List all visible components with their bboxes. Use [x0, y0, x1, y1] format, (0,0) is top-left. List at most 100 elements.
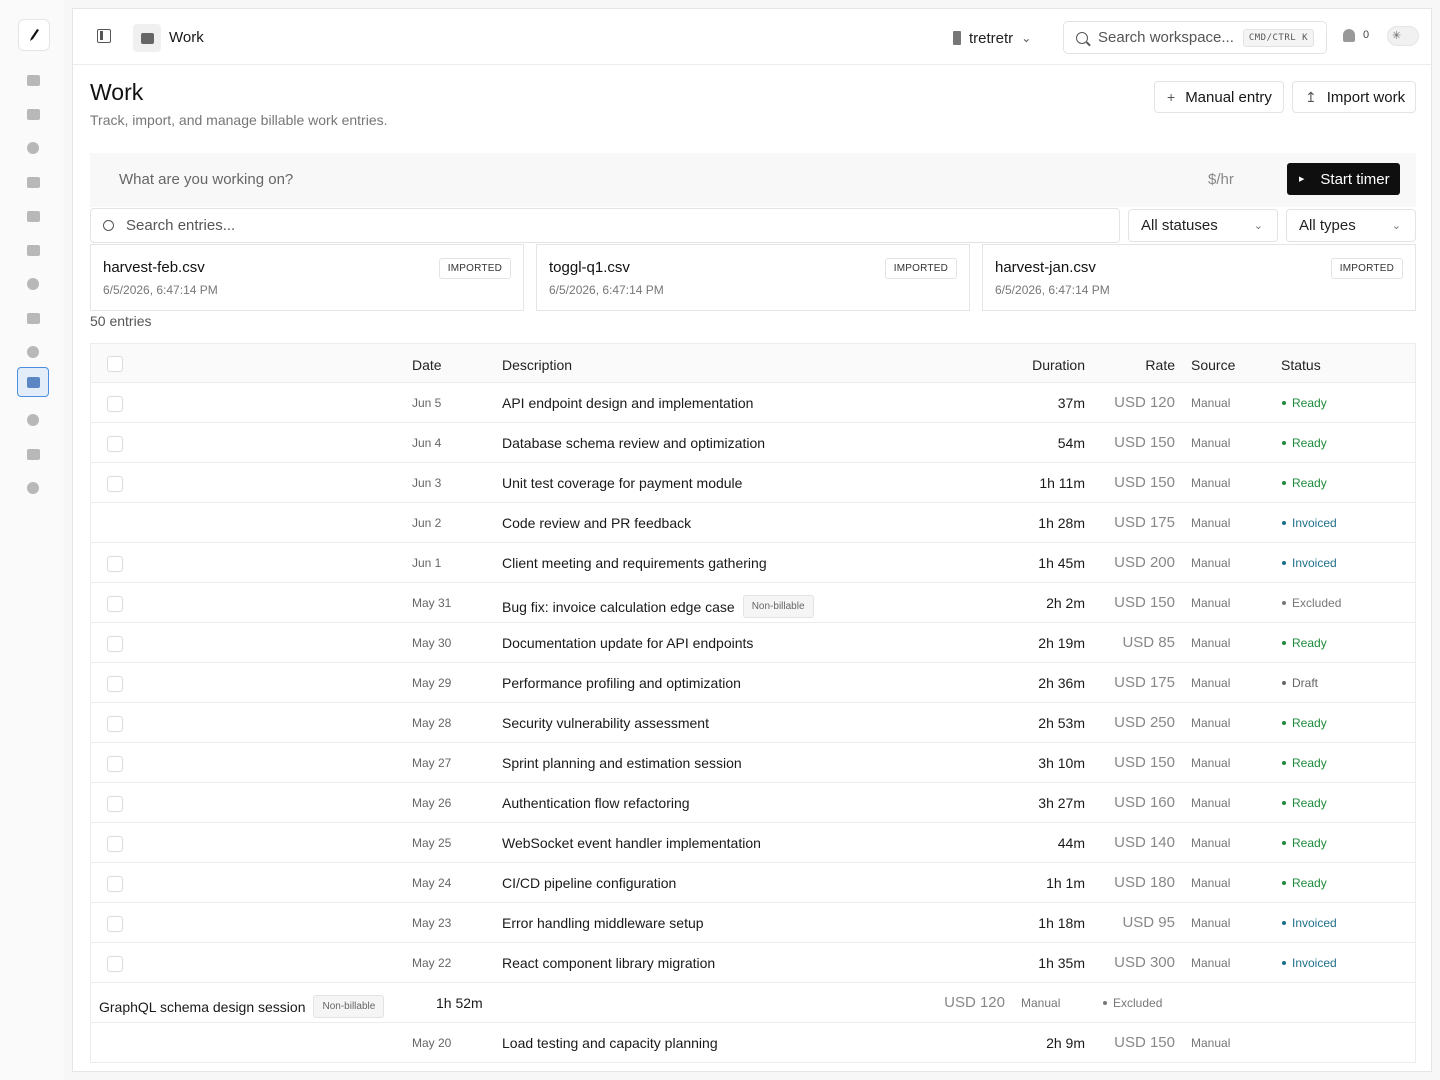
table-row[interactable]: May 31 Bug fix: invoice calculation edge … [90, 583, 1416, 623]
import-card[interactable]: toggl-q1.csv 6/5/2026, 6:47:14 PM IMPORTED [536, 244, 970, 311]
sidebar-item-file[interactable] [17, 235, 49, 265]
table-row[interactable]: May 23 Error handling middleware setup 1h … [90, 903, 1416, 943]
table-row[interactable]: May 22 React component library migration 1… [90, 943, 1416, 983]
sidebar-item-alert[interactable] [17, 473, 49, 503]
entry-source: Manual [1191, 636, 1231, 650]
header-description[interactable]: Description [502, 357, 572, 373]
status-badge: Invoiced [1282, 956, 1337, 970]
header-rate[interactable]: Rate [1145, 357, 1175, 373]
header-source[interactable]: Source [1191, 357, 1235, 373]
status-dot-icon [1282, 761, 1286, 765]
row-checkbox[interactable] [107, 436, 123, 452]
table-row[interactable]: May 28 Security vulnerability assessment 2… [90, 703, 1416, 743]
table-row[interactable]: Jun 5 API endpoint design and implementat… [90, 383, 1416, 423]
sidebar-item-globe[interactable] [17, 133, 49, 163]
import-date: 6/5/2026, 6:47:14 PM [103, 283, 218, 297]
select-all-checkbox[interactable] [107, 356, 123, 372]
manual-entry-label: Manual entry [1185, 88, 1272, 106]
status-text: Ready [1292, 876, 1327, 890]
entry-description: Authentication flow refactoring [502, 795, 690, 811]
entry-description-text: GraphQL schema design session [99, 998, 306, 1015]
import-card[interactable]: harvest-feb.csv 6/5/2026, 6:47:14 PM IMPOR… [90, 244, 524, 311]
sidebar-item-inbox[interactable] [17, 65, 49, 95]
sidebar-toggle-icon[interactable] [97, 29, 111, 43]
row-checkbox[interactable] [107, 636, 123, 652]
entry-duration: 2h 9m [1046, 1035, 1085, 1051]
non-billable-badge: Non-billable [313, 995, 385, 1018]
row-checkbox[interactable] [107, 556, 123, 572]
type-filter-value: All types [1299, 217, 1356, 234]
status-text: Ready [1292, 476, 1327, 490]
row-checkbox[interactable] [107, 396, 123, 412]
status-text: Excluded [1113, 996, 1163, 1010]
sidebar-item-building[interactable] [17, 439, 49, 469]
table-row[interactable]: May 24 CI/CD pipeline configuration 1h 1m U… [90, 863, 1416, 903]
sidebar-item-work[interactable] [17, 367, 49, 397]
entry-rate: USD 120 [944, 994, 1005, 1011]
entry-description-text: Database schema review and optimization [502, 435, 766, 451]
table-row[interactable]: May 26 Authentication flow refactoring 3h … [90, 783, 1416, 823]
search-icon [103, 220, 114, 231]
sidebar-item-documents[interactable] [17, 167, 49, 197]
table-row[interactable]: Jun 3 Unit test coverage for payment modu… [90, 463, 1416, 503]
header-date[interactable]: Date [412, 357, 442, 373]
entry-description: Sprint planning and estimation session [502, 755, 742, 771]
timer-rate-input[interactable]: $/hr [1208, 171, 1234, 188]
row-checkbox[interactable] [107, 716, 123, 732]
table-row[interactable]: Jun 2 Code review and PR feedback 1h 28m US… [90, 503, 1416, 543]
table-row[interactable]: May 29 Performance profiling and optimiza… [90, 663, 1416, 703]
sidebar-item-sparkle[interactable] [17, 99, 49, 129]
entry-source: Manual [1191, 396, 1231, 410]
status-dot-icon [1282, 441, 1286, 445]
notification-bell-icon[interactable] [1343, 29, 1355, 42]
row-checkbox[interactable] [107, 956, 123, 972]
status-badge: Draft [1282, 676, 1318, 690]
entries-search-input[interactable]: Search entries... [90, 208, 1120, 243]
import-work-button[interactable]: ↥ Import work [1292, 81, 1416, 113]
sidebar-item-people[interactable] [17, 405, 49, 435]
entry-source: Manual [1021, 996, 1061, 1010]
clock-icon [27, 346, 39, 358]
row-checkbox[interactable] [107, 756, 123, 772]
start-timer-button[interactable]: ▶ Start timer [1287, 163, 1400, 195]
table-row[interactable]: May 27 Sprint planning and estimation ses… [90, 743, 1416, 783]
entry-description: Bug fix: invoice calculation edge case No… [502, 595, 814, 618]
table-row[interactable]: May 25 WebSocket event handler implementa… [90, 823, 1416, 863]
table-row[interactable]: Jun 4 Database schema review and optimiza… [90, 423, 1416, 463]
entry-duration: 2h 19m [1038, 635, 1085, 651]
workspace-switcher[interactable]: tretretr ⌄ [953, 27, 1031, 49]
header-status[interactable]: Status [1281, 357, 1321, 373]
row-checkbox[interactable] [107, 676, 123, 692]
entry-description: Database schema review and optimization [502, 435, 765, 451]
status-dot-icon [1282, 641, 1286, 645]
table-row[interactable]: May 30 Documentation update for API endpo… [90, 623, 1416, 663]
row-checkbox[interactable] [107, 596, 123, 612]
entry-source: Manual [1191, 756, 1231, 770]
entry-duration: 1h 11m [1039, 475, 1085, 491]
entry-description: Unit test coverage for payment module [502, 475, 742, 491]
type-filter-select[interactable]: All types ⌄ [1286, 209, 1416, 242]
table-row[interactable]: GraphQL schema design session Non-billabl… [90, 983, 1416, 1023]
row-checkbox[interactable] [107, 916, 123, 932]
timer-description-input[interactable]: What are you working on? [119, 171, 293, 188]
table-row[interactable]: May 20 Load testing and capacity planning… [90, 1023, 1416, 1063]
entry-rate: USD 180 [1114, 874, 1175, 891]
sidebar-item-file-refresh[interactable] [17, 303, 49, 333]
manual-entry-button[interactable]: + Manual entry [1154, 81, 1284, 113]
status-badge: Ready [1282, 796, 1327, 810]
row-checkbox[interactable] [107, 876, 123, 892]
row-checkbox[interactable] [107, 836, 123, 852]
header-duration[interactable]: Duration [1032, 357, 1085, 373]
row-checkbox[interactable] [107, 476, 123, 492]
import-card[interactable]: harvest-jan.csv 6/5/2026, 6:47:14 PM IMPOR… [982, 244, 1416, 311]
row-checkbox[interactable] [107, 796, 123, 812]
status-dot-icon [1282, 721, 1286, 725]
app-logo-icon[interactable] [18, 19, 50, 51]
theme-toggle[interactable] [1387, 26, 1419, 46]
sidebar-item-card[interactable] [17, 201, 49, 231]
sidebar-item-clock[interactable] [17, 337, 49, 367]
table-row[interactable]: Jun 1 Client meeting and requirements gat… [90, 543, 1416, 583]
status-filter-select[interactable]: All statuses ⌄ [1128, 209, 1278, 242]
workspace-search-input[interactable]: Search workspace... CMD/CTRL K [1063, 21, 1327, 54]
sidebar-item-bell[interactable] [17, 269, 49, 299]
